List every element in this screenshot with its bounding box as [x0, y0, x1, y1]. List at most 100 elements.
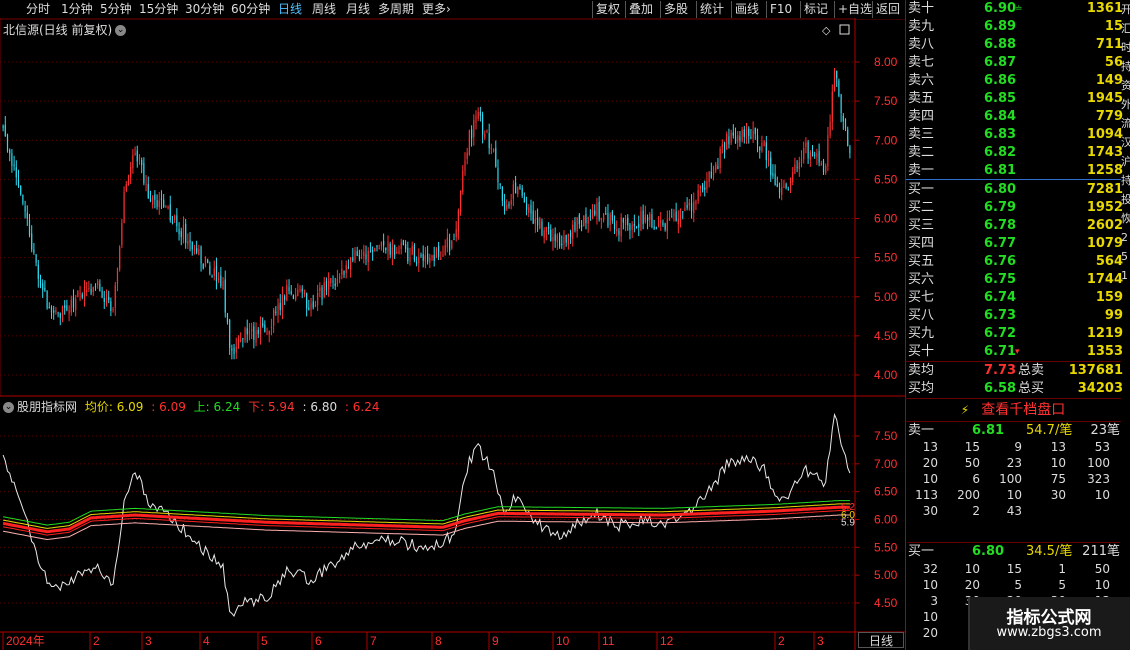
candle-body: [466, 152, 468, 160]
bid-row[interactable]: 买十 6.71 ▾ 1353: [908, 343, 1123, 361]
candle-body: [11, 153, 13, 166]
candle-body: [723, 141, 726, 153]
candle-body: [717, 166, 719, 169]
candle-body: [391, 247, 394, 257]
ask-row[interactable]: 卖七 6.87 56: [908, 54, 1123, 72]
candle-body: [235, 346, 237, 353]
candle-body: [728, 136, 730, 145]
candle-body: [207, 259, 209, 264]
draw-line-button[interactable]: 画线: [731, 1, 762, 18]
candle-body: [352, 257, 354, 261]
mark-button[interactable]: 标记: [800, 1, 831, 18]
diamond-icon: ◇: [822, 24, 831, 37]
candle-body: [341, 268, 343, 275]
candle-body: [536, 217, 539, 226]
period-tab-weekly[interactable]: 周线: [312, 1, 336, 18]
candle-body: [229, 319, 231, 348]
indicator-dropdown-icon[interactable]: ⌄: [3, 402, 14, 413]
period-tab-monthly[interactable]: 月线: [346, 1, 370, 18]
candle-body: [479, 111, 481, 116]
candle-body: [464, 160, 466, 171]
add-watchlist-button[interactable]: +自选: [834, 1, 875, 18]
ask-row[interactable]: 卖八 6.88 711: [908, 36, 1123, 54]
period-tab-daily[interactable]: 日线: [278, 1, 302, 18]
candle-body: [671, 216, 673, 218]
ask-row[interactable]: 卖十 6.90 ≐ 1361: [908, 0, 1123, 18]
candle-body: [361, 257, 363, 259]
candle-body: [145, 183, 147, 185]
level2-sell1-per: 54.7/笔: [1026, 423, 1073, 438]
period-tab-5min[interactable]: 5分钟: [100, 1, 132, 18]
candle-body: [165, 206, 167, 208]
time-axis-label: 6: [315, 634, 322, 648]
candle-body: [6, 134, 9, 151]
dropdown-icon[interactable]: ⌄: [115, 25, 127, 36]
queue-order-size: 6: [972, 472, 980, 486]
candle-body: [167, 206, 169, 208]
ask-row[interactable]: 卖九 6.89 15: [908, 18, 1123, 36]
candle-body: [171, 221, 174, 224]
candle-body: [684, 207, 686, 212]
candle-body: [772, 172, 774, 177]
bid-row[interactable]: 买四 6.77 1079: [908, 235, 1123, 253]
candle-body: [94, 285, 97, 288]
bid-row[interactable]: 买二 6.79 1952: [908, 199, 1123, 217]
ask-level-label: 卖二: [908, 145, 935, 160]
candle-body: [627, 217, 629, 226]
period-tab-fenshi[interactable]: 分时: [26, 1, 50, 18]
bid-row[interactable]: 买九 6.72 1219: [908, 325, 1123, 343]
level2-depth-button[interactable]: ⚡ 查看千档盘口: [905, 398, 1121, 422]
ask-level-price: 6.83: [984, 127, 1017, 142]
ask-row[interactable]: 卖四 6.84 779: [908, 108, 1123, 126]
time-axis-label: 11: [602, 634, 615, 648]
ask-row[interactable]: 卖二 6.82 1743: [908, 144, 1123, 162]
candle-body: [721, 144, 723, 148]
candle-body: [22, 194, 24, 204]
period-tab-30min[interactable]: 30分钟: [185, 1, 224, 18]
candle-body: [774, 173, 776, 186]
overlay-button[interactable]: 叠加: [625, 1, 656, 18]
f10-button[interactable]: F10: [766, 1, 795, 18]
period-tab-60min[interactable]: 60分钟: [231, 1, 270, 18]
candle-body: [50, 307, 53, 313]
queue-order-size: 100: [999, 472, 1022, 486]
ask-row[interactable]: 卖六 6.86 149: [908, 72, 1123, 90]
candle-body: [825, 165, 827, 173]
bid-row[interactable]: 买三 6.78 2602: [908, 217, 1123, 235]
kline-chart[interactable]: 8.00 7.50 7.00 6.50 6.00 5.50 5.00 4.50 4.00 7.50…: [0, 18, 905, 650]
price-tick-label: 4.00: [874, 368, 898, 382]
candle-body: [451, 240, 453, 249]
ask-row[interactable]: 卖三 6.83 1094: [908, 126, 1123, 144]
candle-body: [750, 136, 752, 139]
candle-body: [198, 248, 200, 255]
candle-body: [130, 167, 132, 178]
candle-body: [380, 241, 383, 247]
period-tab-multi[interactable]: 多周期: [378, 1, 414, 18]
adjust-button[interactable]: 复权: [592, 1, 623, 18]
period-tab-1min[interactable]: 1分钟: [61, 1, 93, 18]
ask-row[interactable]: 卖五 6.85 1945: [908, 90, 1123, 108]
ask-level-volume: 779: [1095, 109, 1123, 124]
bid-row[interactable]: 买六 6.75 1744: [908, 271, 1123, 289]
bid-level-volume: 564: [1095, 254, 1123, 269]
bid-row[interactable]: 买一 6.80 7281: [908, 181, 1123, 199]
bid-row[interactable]: 买八 6.73 99: [908, 307, 1123, 325]
candle-body: [114, 285, 116, 308]
candle-body: [679, 214, 682, 220]
period-tab-15min[interactable]: 15分钟: [139, 1, 178, 18]
back-button[interactable]: 返回: [872, 1, 903, 18]
candle-body: [79, 292, 81, 294]
bid-level-price: 6.78: [984, 218, 1017, 233]
bid-row[interactable]: 买五 6.76 564: [908, 253, 1123, 271]
candle-body: [820, 163, 822, 166]
multi-stock-button[interactable]: 多股: [660, 1, 691, 18]
ask-level-label: 卖七: [908, 55, 935, 70]
ask-row[interactable]: 卖一 6.81 1258: [908, 162, 1123, 180]
period-label[interactable]: 日线: [858, 632, 904, 648]
stats-button[interactable]: 统计: [696, 1, 727, 18]
candle-body: [576, 217, 578, 232]
period-tab-more[interactable]: 更多›: [422, 1, 451, 18]
candle-body: [127, 178, 130, 186]
candle-body: [794, 164, 796, 174]
bid-row[interactable]: 买七 6.74 159: [908, 289, 1123, 307]
